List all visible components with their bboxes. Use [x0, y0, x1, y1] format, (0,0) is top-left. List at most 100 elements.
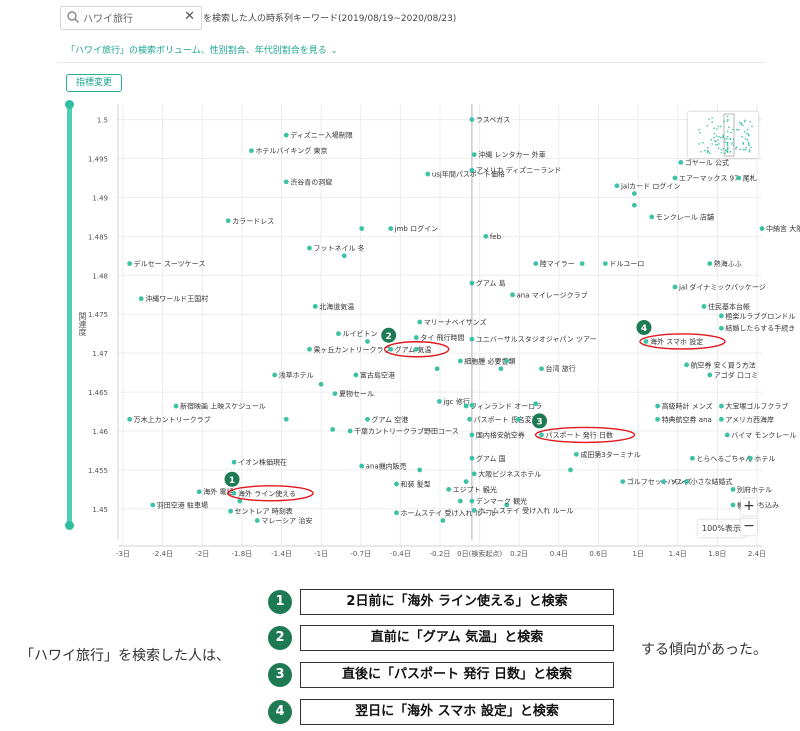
- minimap-point: [725, 137, 728, 140]
- data-point: [655, 403, 660, 409]
- point-label: アゴダ 口コミ: [714, 370, 758, 379]
- point-label: 尾札: [743, 173, 757, 182]
- minimap-point: [724, 152, 727, 155]
- data-point: [649, 214, 655, 220]
- point-label: デルセー スーツケース: [134, 259, 206, 268]
- x-tick-label: -0.7日: [350, 550, 371, 558]
- x-tick-label: 0.4日: [550, 550, 568, 558]
- highlight-number: 2: [386, 332, 392, 342]
- x-tick-label: 0日(検索起点): [457, 549, 502, 558]
- x-tick-label: -0.2日: [430, 550, 451, 558]
- finding-number: 1: [268, 590, 292, 614]
- data-point: [388, 226, 394, 231]
- data-point: [249, 148, 254, 154]
- minimap-point: [706, 149, 709, 152]
- data-point: [469, 432, 475, 438]
- point-label: デンマーク 観光: [476, 497, 527, 506]
- data-point: [707, 372, 713, 378]
- x-tick-label: -1.8日: [232, 550, 253, 558]
- data-point: [467, 416, 472, 422]
- y-tick-label: 1.465: [88, 389, 108, 397]
- point-label: jal ダイナミックパッケージ: [678, 282, 766, 291]
- x-tick-label: 2.4日: [748, 550, 766, 558]
- minimap-point: [698, 128, 700, 131]
- point-label: 住民基本台帳: [708, 302, 750, 311]
- minimap-point: [739, 121, 741, 124]
- data-point: [602, 261, 608, 267]
- minimap-point: [717, 147, 720, 150]
- data-point: [614, 183, 620, 189]
- minimap-point: [713, 136, 715, 139]
- point-label: jmb ログイン: [394, 224, 438, 233]
- minimap-point: [746, 132, 748, 135]
- point-label: 富古島空港: [360, 370, 395, 379]
- minimap-point: [724, 141, 726, 144]
- minimap-point: [720, 149, 723, 151]
- minimap-point: [740, 123, 743, 126]
- point-label: jalカード ログイン: [620, 181, 680, 190]
- minimap-point: [735, 147, 737, 150]
- data-point: [469, 167, 475, 173]
- data-point: [332, 391, 338, 397]
- data-point: [417, 467, 423, 473]
- point-label: 陸マイラー: [540, 259, 575, 268]
- data-point: [643, 339, 649, 344]
- summary-tail: する傾向があった。: [641, 642, 767, 658]
- point-label: 別府ホテル: [737, 485, 772, 494]
- data-point: [678, 159, 684, 165]
- zoom-reset-label[interactable]: 100%表示: [698, 520, 745, 537]
- minimap-point: [741, 124, 744, 127]
- data-point: [707, 261, 713, 267]
- data-point: [730, 502, 736, 508]
- finding-text: 直前に「グアム 気温」と検索: [300, 625, 614, 651]
- data-point: [341, 253, 347, 259]
- point-label: 熱海ふふ: [714, 259, 742, 268]
- data-point: [417, 319, 423, 325]
- data-point: [425, 171, 431, 177]
- zoom-out-button[interactable]: −: [741, 519, 757, 535]
- data-point: [463, 479, 469, 485]
- minimap-point: [726, 120, 729, 122]
- data-point: [365, 339, 370, 344]
- data-point: [318, 381, 324, 387]
- point-label: 羽田空港 駐車場: [157, 500, 208, 509]
- point-label: 果ヶ丘カントリークラブ: [313, 345, 390, 354]
- x-tick-label: -2日: [195, 550, 209, 558]
- y-tick-label: 1.48: [92, 272, 108, 280]
- data-point: [446, 486, 452, 492]
- minimap-point: [746, 139, 749, 141]
- x-tick-label: 0.6日: [589, 550, 607, 558]
- data-point: [469, 498, 475, 504]
- data-point: [150, 502, 156, 508]
- minimap-point: [736, 128, 738, 131]
- x-tick-label: -1.4日: [271, 550, 292, 558]
- data-point: [359, 463, 365, 469]
- minimap-point: [726, 148, 728, 151]
- point-label: 成田第3ターミナル: [580, 450, 640, 459]
- minimap-point: [744, 138, 747, 140]
- minimap-point: [726, 144, 729, 147]
- minimap-point: [720, 151, 723, 154]
- minimap-point: [717, 125, 720, 128]
- minimap-point: [716, 128, 718, 130]
- point-label: アメリカ ディズニーランド: [476, 166, 561, 175]
- point-label: 海外 スマホ 設定: [650, 337, 703, 346]
- data-point: [684, 362, 689, 368]
- data-point: [283, 132, 289, 138]
- point-label: グアム 島: [476, 279, 506, 288]
- point-label: エアーマックス 97: [679, 174, 739, 182]
- minimap-point: [750, 146, 752, 149]
- point-label: マリーナベイサンズ: [424, 318, 487, 327]
- minimap-point: [728, 126, 730, 128]
- data-point: [365, 416, 370, 422]
- minimap-point: [720, 125, 722, 128]
- data-point: [539, 366, 544, 372]
- data-point: [504, 358, 510, 364]
- minimap-point: [738, 128, 740, 131]
- data-point: [138, 296, 144, 302]
- data-point: [353, 372, 359, 378]
- minimap[interactable]: [688, 112, 758, 158]
- minimap-point: [741, 135, 744, 138]
- zoom-in-button[interactable]: +: [741, 499, 757, 515]
- data-point: [510, 292, 515, 298]
